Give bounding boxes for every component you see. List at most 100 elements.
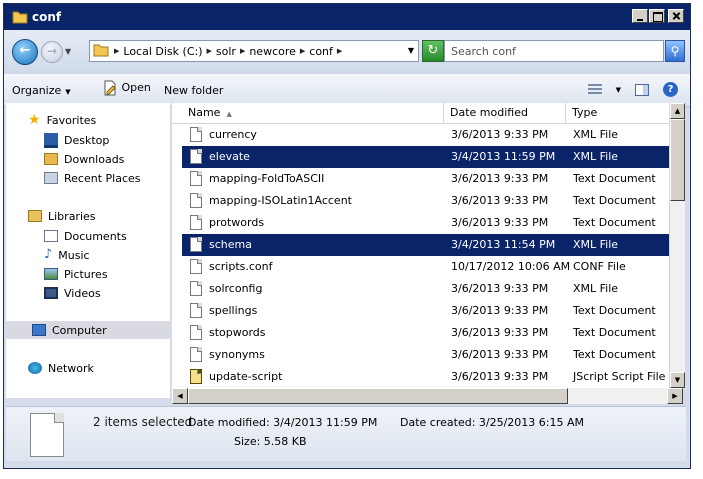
address-dropdown-icon[interactable]: ▼ <box>408 46 414 55</box>
view-dropdown-icon[interactable]: ▼ <box>616 86 621 94</box>
file-icon <box>190 325 202 340</box>
help-icon[interactable]: ? <box>663 82 678 97</box>
nav-label: Pictures <box>64 267 108 281</box>
vertical-scrollbar[interactable]: ▲ ▼ <box>669 103 685 388</box>
file-icon <box>30 413 64 457</box>
file-name: mapping-ISOLatin1Accent <box>209 194 352 207</box>
new-folder-button[interactable]: New folder <box>164 84 223 97</box>
breadcrumb-separator-icon[interactable]: ▶ <box>240 47 245 58</box>
file-type: CONF File <box>573 260 626 273</box>
nav-label: Downloads <box>64 152 125 166</box>
sort-ascending-icon: ▲ <box>226 110 232 118</box>
file-date-modified: 3/6/2013 9:33 PM <box>451 216 549 229</box>
history-dropdown-icon[interactable]: ▼ <box>65 47 71 56</box>
table-row[interactable]: schema 3/4/2013 11:54 PM XML File <box>182 234 669 256</box>
table-row[interactable]: mapping-ISOLatin1Accent 3/6/2013 9:33 PM T… <box>182 190 669 212</box>
table-row[interactable]: spellings 3/6/2013 9:33 PM Text Document <box>182 300 669 322</box>
file-name: scripts.conf <box>209 260 273 273</box>
search-input[interactable]: Search conf <box>444 40 664 62</box>
nav-label: Libraries <box>48 209 96 223</box>
table-row[interactable]: elevate 3/4/2013 11:59 PM XML File <box>182 146 669 168</box>
file-icon <box>190 193 202 208</box>
nav-label: Computer <box>52 323 107 337</box>
breadcrumb-newcore[interactable]: newcore <box>249 45 296 58</box>
title-bar[interactable]: conf <box>4 4 690 30</box>
file-type: JScript Script File <box>573 370 666 383</box>
nav-music[interactable]: ♪ Music <box>44 246 90 264</box>
preview-pane-icon[interactable] <box>635 83 649 96</box>
vertical-scroll-thumb[interactable] <box>670 119 685 201</box>
column-header-type[interactable]: Type <box>566 103 669 123</box>
file-name: protwords <box>209 216 265 229</box>
column-header-date[interactable]: Date modified <box>444 103 566 123</box>
file-icon <box>190 237 202 252</box>
folder-icon <box>93 44 109 57</box>
date-modified-detail: Date modified: 3/4/2013 11:59 PM <box>188 416 378 429</box>
file-name: schema <box>209 238 252 251</box>
nav-pictures[interactable]: Pictures <box>44 265 108 283</box>
file-icon <box>190 215 202 230</box>
table-row[interactable]: scripts.conf 10/17/2012 10:06 AM CONF File <box>182 256 669 278</box>
nav-computer[interactable]: Computer <box>6 321 170 339</box>
breadcrumb-separator-icon[interactable]: ▶ <box>337 47 342 58</box>
breadcrumb-separator-icon[interactable]: ▶ <box>207 47 212 58</box>
refresh-button[interactable]: ↻ <box>422 40 444 62</box>
nav-recent-places[interactable]: Recent Places <box>44 169 141 187</box>
back-arrow-icon: ← <box>19 43 31 58</box>
nav-favorites[interactable]: ★ Favorites <box>28 111 96 129</box>
nav-label: Desktop <box>64 133 110 147</box>
nav-videos[interactable]: Videos <box>44 284 101 302</box>
file-type: Text Document <box>573 348 656 361</box>
breadcrumb-separator-icon[interactable]: ▶ <box>114 47 119 58</box>
search-button[interactable]: ⚲ <box>665 40 685 62</box>
breadcrumb-local-disk[interactable]: Local Disk (C:) <box>123 45 202 58</box>
forward-button[interactable]: → <box>41 41 63 63</box>
file-date-modified: 3/6/2013 9:33 PM <box>451 128 549 141</box>
table-row[interactable]: stopwords 3/6/2013 9:33 PM Text Document <box>182 322 669 344</box>
file-name: synonyms <box>209 348 265 361</box>
nav-desktop[interactable]: Desktop <box>44 131 109 149</box>
breadcrumb-solr[interactable]: solr <box>216 45 236 58</box>
file-type: Text Document <box>573 172 656 185</box>
table-row[interactable]: mapping-FoldToASCII 3/6/2013 9:33 PM Text … <box>182 168 669 190</box>
scroll-up-icon[interactable]: ▲ <box>670 103 685 119</box>
scroll-left-icon[interactable]: ◀ <box>172 388 188 404</box>
table-row[interactable]: solrconfig 3/6/2013 9:33 PM XML File <box>182 278 669 300</box>
minimize-button[interactable] <box>632 9 648 23</box>
breadcrumb-separator-icon[interactable]: ▶ <box>300 47 305 58</box>
table-row[interactable]: currency 3/6/2013 9:33 PM XML File <box>182 124 669 146</box>
nav-label: Network <box>48 361 94 375</box>
file-type: XML File <box>573 150 619 163</box>
breadcrumb-conf[interactable]: conf <box>309 45 333 58</box>
file-date-modified: 3/4/2013 11:59 PM <box>451 150 556 163</box>
nav-network[interactable]: Network <box>28 359 94 377</box>
scroll-down-icon[interactable]: ▼ <box>670 372 685 388</box>
change-view-icon[interactable] <box>587 83 602 96</box>
file-name: solrconfig <box>209 282 263 295</box>
file-date-modified: 3/6/2013 9:33 PM <box>451 304 549 317</box>
file-name: mapping-FoldToASCII <box>209 172 325 185</box>
nav-documents[interactable]: Documents <box>44 227 127 245</box>
file-date-modified: 3/6/2013 9:33 PM <box>451 282 549 295</box>
column-header-name[interactable]: Name ▲ <box>182 103 444 123</box>
horizontal-scroll-thumb[interactable] <box>188 388 568 404</box>
close-button[interactable] <box>668 9 684 23</box>
computer-icon <box>32 324 46 336</box>
nav-libraries[interactable]: Libraries <box>28 207 96 225</box>
table-row[interactable]: protwords 3/6/2013 9:33 PM Text Document <box>182 212 669 234</box>
file-date-modified: 10/17/2012 10:06 AM <box>451 260 571 273</box>
nav-label: Videos <box>64 286 101 300</box>
file-icon <box>190 281 202 296</box>
scroll-right-icon[interactable]: ▶ <box>667 388 683 404</box>
organize-button[interactable]: Organize ▼ <box>12 84 71 97</box>
refresh-icon: ↻ <box>427 43 439 58</box>
nav-downloads[interactable]: Downloads <box>44 150 124 168</box>
address-bar[interactable]: ▶ Local Disk (C:) ▶ solr ▶ newcore ▶ con… <box>89 40 419 62</box>
open-button[interactable]: Open <box>102 80 151 96</box>
back-button[interactable]: ← <box>12 39 38 65</box>
table-row[interactable]: update-script 3/6/2013 9:33 PM JScript Scr… <box>182 366 669 388</box>
breadcrumb: ▶ Local Disk (C:) ▶ solr ▶ newcore ▶ con… <box>114 45 342 58</box>
table-row[interactable]: synonyms 3/6/2013 9:33 PM Text Document <box>182 344 669 366</box>
horizontal-scrollbar[interactable]: ◀ ▶ <box>172 388 683 404</box>
maximize-button[interactable] <box>649 9 665 23</box>
